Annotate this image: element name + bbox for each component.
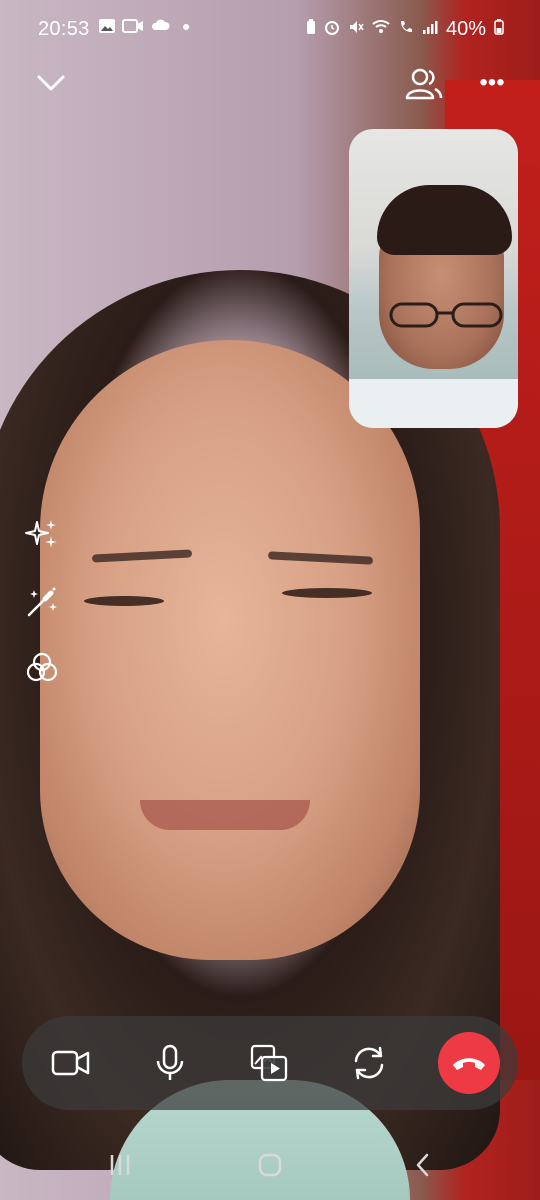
people-icon <box>405 68 443 100</box>
alarm-icon <box>324 19 340 40</box>
battery-saver-icon <box>306 19 316 40</box>
video-call-screen: 20:53 ● 40% ••• <box>0 0 540 1200</box>
camera-toggle-button[interactable] <box>42 1034 100 1092</box>
self-video-eye-right <box>282 588 372 598</box>
signal-icon <box>422 19 438 40</box>
share-media-button[interactable] <box>240 1034 298 1092</box>
wifi-call-icon <box>372 19 390 40</box>
self-video-face <box>40 340 420 960</box>
effects-toolbar <box>20 514 64 712</box>
video-icon <box>122 18 144 39</box>
cloud-icon <box>150 18 170 39</box>
home-button[interactable] <box>257 1152 283 1183</box>
collapse-call-button[interactable] <box>34 68 68 98</box>
mic-toggle-button[interactable] <box>141 1034 199 1092</box>
battery-icon <box>494 19 504 40</box>
volte-icon <box>398 19 414 40</box>
remote-video-shirt <box>349 379 518 428</box>
remote-video-glasses <box>389 302 503 328</box>
more-options-button[interactable]: ••• <box>472 70 512 96</box>
remote-video-hair <box>377 185 512 255</box>
recent-apps-button[interactable] <box>108 1152 132 1183</box>
gallery-icon <box>98 18 116 39</box>
media-share-icon <box>250 1044 288 1082</box>
system-nav-bar <box>0 1140 540 1200</box>
participants-button[interactable] <box>404 66 444 102</box>
magic-wand-icon <box>27 587 57 617</box>
status-left-icons: ● <box>98 18 190 39</box>
switch-camera-icon <box>354 1046 384 1080</box>
back-icon <box>416 1153 429 1177</box>
effects-sparkle-icon <box>25 520 57 548</box>
status-time: 20:53 <box>38 18 90 40</box>
end-call-button[interactable] <box>438 1032 500 1094</box>
filters-circles-icon <box>26 652 58 682</box>
mute-icon <box>348 19 364 40</box>
self-video-eye-left <box>84 596 164 606</box>
more-icon: ••• <box>479 69 505 96</box>
battery-level: 40% <box>445 18 486 40</box>
video-camera-icon <box>51 1050 90 1076</box>
status-bar: 20:53 ● 40% <box>0 0 540 60</box>
remote-video-pip[interactable] <box>349 129 518 428</box>
flip-camera-button[interactable] <box>340 1034 398 1092</box>
recent-apps-icon <box>110 1155 130 1175</box>
status-right-icons: 40% <box>306 18 504 41</box>
home-icon <box>258 1153 282 1177</box>
call-controls-bar <box>22 1016 518 1110</box>
chevron-down-icon <box>37 75 65 91</box>
back-button[interactable] <box>412 1152 434 1183</box>
filters-button[interactable] <box>20 646 64 690</box>
phone-hangup-icon <box>453 1058 485 1070</box>
self-video-mouth <box>140 800 310 830</box>
dot-icon: ● <box>182 18 191 34</box>
effects-button[interactable] <box>20 514 64 558</box>
microphone-icon <box>156 1044 184 1080</box>
touch-up-button[interactable] <box>20 580 64 624</box>
